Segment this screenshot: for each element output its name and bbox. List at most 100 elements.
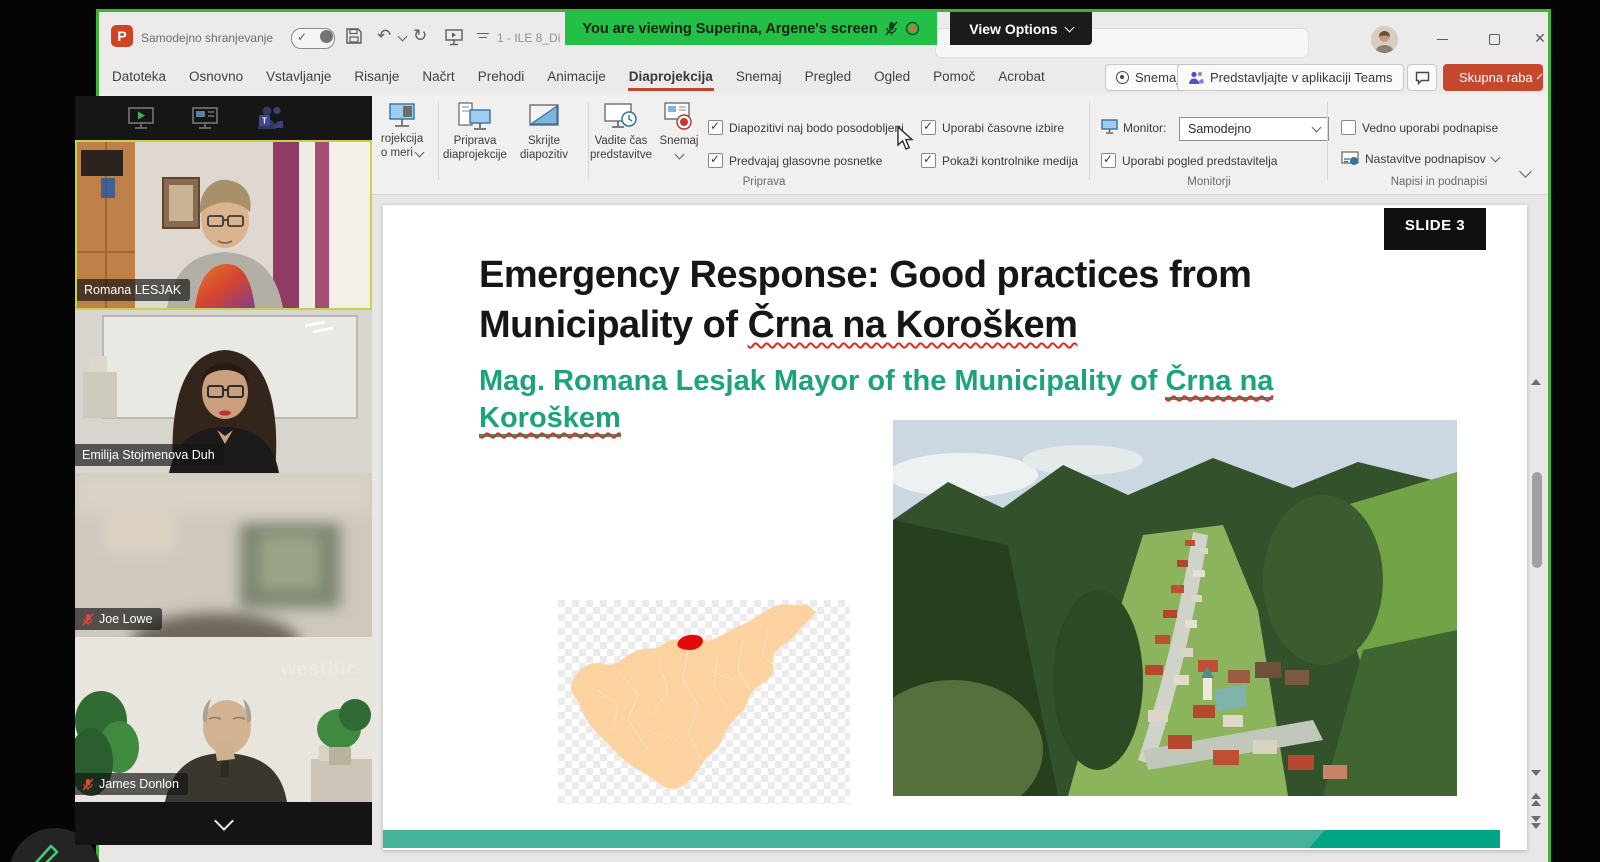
video-tile-romana[interactable]: Romana LESJAK [75,140,372,310]
slide-footer-bar [383,830,1500,848]
svg-text:T: T [262,117,267,126]
tab-ogled[interactable]: Ogled [873,64,911,91]
presentation-monitor-icon [191,106,219,130]
autosave-label: Samodejno shranjevanje [141,31,273,45]
subtitle-settings-icon [1341,151,1359,166]
scrollbar-thumb[interactable] [1532,472,1542,568]
checkbox-play-narrations[interactable]: Predvajaj glasovne posnetke [708,153,882,168]
hide-slide-icon [528,102,560,130]
previous-slide-button[interactable] [1531,793,1543,806]
scroll-down-arrow[interactable] [1531,770,1541,776]
record-slideshow-button[interactable]: Snemaj [655,102,703,162]
recording-indicator-icon [905,21,920,36]
slideshow-play-icon [127,106,155,130]
checkbox-icon [921,120,936,135]
record-icon [1116,71,1129,84]
minimize-button[interactable] [1425,26,1459,50]
screen-viewing-banner: You are viewing Superina, Argene's scree… [565,12,937,45]
present-in-teams-button[interactable]: Predstavljajte v aplikaciji Teams [1177,64,1404,91]
undo-icon[interactable] [377,26,391,46]
account-avatar[interactable] [1371,26,1398,53]
tab-risanje[interactable]: Risanje [353,64,400,91]
checkbox-show-media-controls[interactable]: Pokaži kontrolnike medija [921,153,1078,168]
powerpoint-icon [111,25,133,47]
tab-osnovno[interactable]: Osnovno [188,64,244,91]
checkbox-use-timings[interactable]: Uporabi časovne izbire [921,120,1064,135]
chevron-down-icon [674,150,684,160]
crna-village-photo [893,420,1457,796]
rehearse-timings-icon [604,102,638,130]
close-button[interactable] [1523,26,1557,50]
setup-slideshow-button[interactable]: Priprava diaprojekcije [437,102,513,162]
slide-title: Emergency Response: Good practices from … [479,250,1329,350]
checkbox-icon [708,120,723,135]
slovenia-map-image [558,600,850,804]
video-tile-joe[interactable]: Joe Lowe [75,473,372,637]
checkbox-presenter-view[interactable]: Uporabi pogled predstavitelja [1101,153,1277,168]
save-icon[interactable] [345,27,363,50]
mic-muted-icon [82,613,94,626]
chevron-down-icon [1312,123,1322,133]
collapse-ribbon-icon[interactable] [1519,165,1532,178]
participant-name-label: Joe Lowe [75,608,162,630]
autosave-toggle[interactable] [291,28,335,49]
slide-number-badge: SLIDE 3 [1384,208,1486,250]
view-options-button[interactable]: View Options [950,12,1092,45]
tab-diaprojekcija[interactable]: Diaprojekcija [628,64,714,91]
pencil-icon [23,840,63,862]
toggle-knob [320,30,333,43]
checkbox-always-use-subtitles[interactable]: Vedno uporabi podnapise [1341,120,1498,135]
tab-prehodi[interactable]: Prehodi [477,64,526,91]
chevron-down-icon [1490,152,1500,162]
tab-acrobat[interactable]: Acrobat [997,64,1046,91]
redo-icon[interactable] [413,26,427,46]
chevron-down-icon [1536,73,1542,79]
video-tile-james[interactable]: westbic James Donlon [75,637,372,802]
video-tile-emilija[interactable]: Emilija Stojmenova Duh [75,310,372,473]
tab-vstavljanje[interactable]: Vstavljanje [265,64,332,91]
screen: Samodejno shranjevanje 1 - ILE 8_Di [0,0,1600,862]
tab-nacrt[interactable]: Načrt [421,64,455,91]
undo-chevron-icon[interactable] [398,32,408,42]
subtitle-settings-button[interactable]: Nastavitve podnapisov [1341,151,1499,166]
westbic-logo: westbic [281,659,358,681]
chevron-down-icon [1064,22,1074,32]
checkbox-icon [708,153,723,168]
slide-canvas[interactable]: SLIDE 3 Emergency Response: Good practic… [383,205,1527,850]
tab-pomoc[interactable]: Pomoč [932,64,976,91]
custom-slideshow-button[interactable]: rojekcija o meri [371,102,433,160]
maximize-button[interactable] [1477,26,1511,50]
record-slideshow-icon [663,102,695,130]
tab-animacije[interactable]: Animacije [546,64,607,91]
monitor-dropdown[interactable]: Samodejno [1179,117,1329,141]
slovenia-outline [571,604,816,789]
tab-snemaj[interactable]: Snemaj [735,64,783,91]
more-commands-icon[interactable] [477,33,489,38]
comments-button[interactable] [1407,64,1437,91]
share-button[interactable]: Skupna raba [1443,64,1543,91]
chevron-down-icon [214,811,234,831]
group-label-priprava: Priprava [699,176,829,188]
scroll-up-arrow[interactable] [1531,379,1541,385]
participant-name-label: James Donlon [75,773,188,795]
collapse-video-panel-button[interactable] [75,802,372,845]
ribbon-tabs: Datoteka Osnovno Vstavljanje Risanje Nač… [111,60,1046,94]
monitor-icon [1101,119,1118,139]
setup-slideshow-icon [458,102,492,130]
participants-video-panel: T [75,96,372,845]
hide-slide-button[interactable]: Skrijte diapozitiv [512,102,576,162]
video-panel-header[interactable]: T [75,96,372,140]
mic-muted-icon [885,21,898,36]
group-label-monitorji: Monitorji [1144,176,1274,188]
chevron-down-icon [415,148,425,158]
start-slideshow-icon[interactable] [445,28,463,51]
tab-pregled[interactable]: Pregled [804,64,853,91]
tab-datoteka[interactable]: Datoteka [111,64,167,91]
monitor-label: Monitor: [1123,121,1166,135]
next-slide-button[interactable] [1531,816,1543,829]
slide-footer-accent [1309,830,1500,848]
rehearse-timings-button[interactable]: Vadite čas predstavitve [585,102,657,162]
checkbox-keep-slides-updated[interactable]: Diapozitivi naj bodo posodobljeni [708,120,904,135]
comment-icon [1415,71,1430,85]
checkbox-icon [921,153,936,168]
